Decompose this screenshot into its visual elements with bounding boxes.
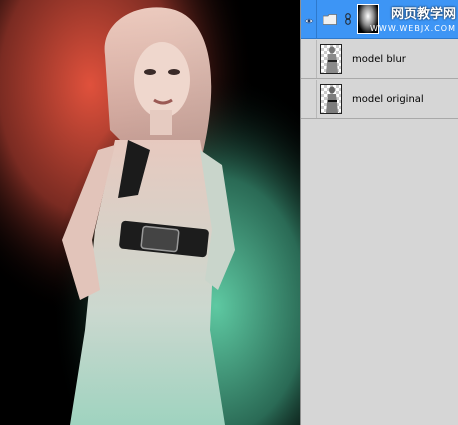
eye-icon (304, 10, 314, 29)
watermark: 网页教学网 WWW.WEBJX.COM (370, 3, 456, 33)
layer-row-model-blur[interactable]: model blur (301, 40, 458, 79)
watermark-main: 网页教学网 (390, 7, 456, 22)
chain-link-icon[interactable] (345, 10, 351, 29)
layers-panel: 网页教学网 WWW.WEBJX.COM model blur model ori… (300, 0, 458, 425)
document-canvas[interactable] (0, 0, 300, 425)
canvas-image (0, 0, 300, 425)
folder-icon (322, 10, 337, 29)
layer-row-model-original[interactable]: model original (301, 80, 458, 119)
visibility-toggle[interactable] (301, 40, 317, 78)
visibility-toggle[interactable] (301, 0, 317, 38)
layer-name[interactable]: model original (352, 94, 424, 105)
layer-name[interactable]: model blur (352, 54, 406, 65)
layer-thumbnail (320, 84, 342, 114)
watermark-sub: WWW.WEBJX.COM (370, 24, 456, 33)
visibility-toggle[interactable] (301, 80, 317, 118)
layers-empty-area[interactable] (301, 120, 458, 425)
layer-row-group[interactable]: 网页教学网 WWW.WEBJX.COM (301, 0, 458, 39)
layer-thumbnail (320, 44, 342, 74)
